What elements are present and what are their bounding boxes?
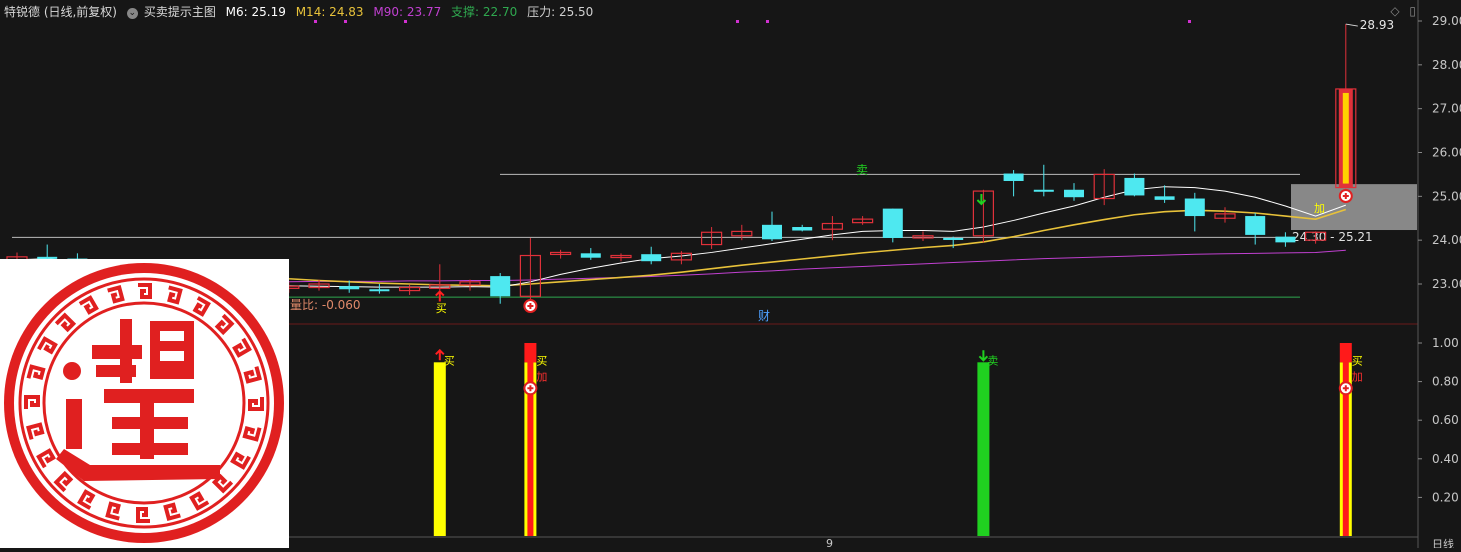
last-candle-core	[1342, 92, 1349, 184]
add-signal-top	[524, 343, 537, 363]
main-ytick-label: 29.00	[1432, 14, 1461, 28]
buy-arrow-icon	[435, 290, 445, 302]
signal-ytick-label: 0.40	[1432, 452, 1459, 466]
m14-value: M14: 24.83	[295, 5, 364, 19]
diamond-icon[interactable]: ◇	[1390, 4, 1399, 18]
add-signal-label: 买	[1352, 354, 1363, 367]
candle-body-down	[490, 276, 511, 297]
signal-dot	[314, 20, 317, 23]
candle-body-down	[641, 254, 662, 262]
candle-body-down	[580, 253, 601, 258]
sell-arrow-icon	[976, 194, 987, 206]
ratio-label: 量比: -0.060	[290, 298, 361, 312]
range-label: 24.30 - 25.21	[1292, 230, 1373, 244]
cai-marker: 财	[758, 309, 770, 323]
buy-signal-label: 买	[444, 354, 455, 367]
candle-body-down	[1184, 198, 1205, 217]
candle-body-down	[369, 289, 390, 292]
indicator-name[interactable]: 买卖提示主图	[144, 5, 216, 19]
candle-body-down	[1124, 177, 1145, 196]
add-marker: 加	[1314, 202, 1325, 215]
m90-value: M90: 23.77	[373, 5, 442, 19]
candle-body-down	[339, 286, 360, 290]
red-seal-watermark	[0, 259, 289, 548]
main-ytick-label: 26.00	[1432, 146, 1461, 160]
date-tick: 9	[826, 537, 833, 548]
candle-body-down	[1245, 216, 1266, 235]
signal-dot	[404, 20, 407, 23]
chevron-down-icon[interactable]: ⌄	[126, 8, 138, 19]
chart-toolbar: ◇ ▯	[1384, 4, 1416, 18]
main-ytick-label: 28.00	[1432, 58, 1461, 72]
candle-body-down	[1064, 189, 1084, 198]
panel-toggle-icon[interactable]: ▯	[1409, 4, 1416, 18]
sell-marker: 卖	[856, 163, 868, 177]
high-label: 28.93	[1360, 18, 1394, 32]
candle-body-down	[762, 224, 782, 240]
candle-body-down	[1154, 196, 1175, 200]
sell-arrow-icon	[978, 350, 989, 362]
signal-ytick-label: 1.00	[1432, 336, 1459, 350]
add-signal-sublabel: 加	[1352, 370, 1363, 383]
high-pointer	[1345, 23, 1358, 27]
signal-dot	[344, 20, 347, 23]
signal-ytick-label: 0.80	[1432, 375, 1459, 389]
buy-signal-bar	[433, 362, 446, 536]
main-ytick-label: 24.00	[1432, 233, 1461, 247]
candle-body-down	[1275, 236, 1296, 243]
main-ytick-label: 23.00	[1432, 277, 1461, 291]
signal-dot	[766, 20, 769, 23]
sell-signal-bar	[977, 362, 990, 536]
pressure-value: 压力: 25.50	[527, 5, 594, 19]
sell-signal-label: 卖	[987, 354, 998, 367]
add-signal-top	[1339, 343, 1352, 363]
add-signal-bar	[527, 343, 534, 536]
add-signal-sublabel: 加	[536, 370, 547, 383]
buy-arrow-icon	[435, 348, 445, 361]
signal-dot	[736, 20, 739, 23]
candle-body-down	[792, 227, 813, 231]
range-box	[1291, 184, 1417, 231]
candle-body-down	[1003, 173, 1024, 181]
support-value: 支撑: 22.70	[451, 5, 518, 19]
main-ytick-label: 25.00	[1432, 189, 1461, 203]
chart-header: 特锐德 (日线,前复权) ⌄ 买卖提示主图 M6: 25.19 M14: 24.8…	[4, 3, 599, 20]
period-label: 日线	[1432, 537, 1454, 548]
main-ytick-label: 27.00	[1432, 102, 1461, 116]
seal-icon	[4, 263, 284, 543]
signal-dot	[1188, 20, 1191, 23]
m6-value: M6: 25.19	[225, 5, 286, 19]
stock-title[interactable]: 特锐德 (日线,前复权)	[4, 5, 117, 19]
signal-ytick-label: 0.60	[1432, 413, 1459, 427]
signal-ytick-label: 0.20	[1432, 490, 1459, 504]
candle-body-down	[1033, 189, 1054, 192]
candle-body-down	[943, 237, 964, 240]
buy-marker: 买	[436, 302, 447, 315]
add-signal-bar	[1342, 343, 1349, 536]
add-signal-label: 买	[536, 354, 547, 367]
candle-body-down	[882, 208, 903, 238]
